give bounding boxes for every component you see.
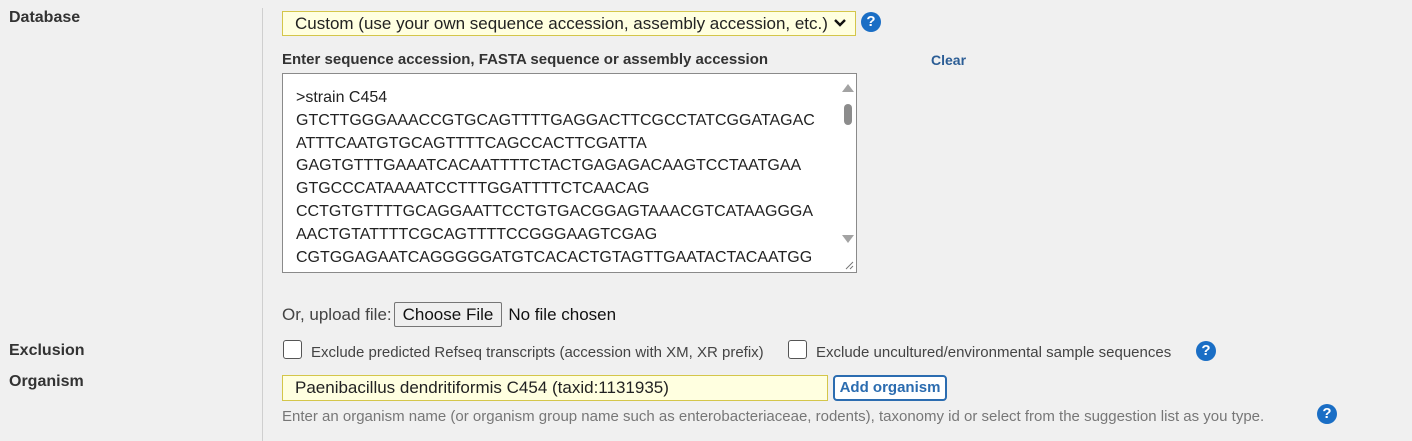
database-label: Database bbox=[9, 9, 81, 26]
sequence-line: CCTGTGTTTTGCAGGAATTCCTGTGACGGAGTAAACGTCA… bbox=[296, 202, 814, 220]
resize-grip-icon[interactable] bbox=[844, 260, 854, 270]
organism-help-icon[interactable]: ? bbox=[1317, 404, 1337, 424]
database-select[interactable]: Custom (use your own sequence accession,… bbox=[282, 11, 856, 36]
sequence-line: >strain C454 bbox=[296, 89, 388, 106]
add-organism-button[interactable]: Add organism bbox=[833, 375, 947, 401]
clear-link[interactable]: Clear bbox=[931, 52, 966, 68]
exclusion-label: Exclusion bbox=[9, 342, 85, 359]
form-divider bbox=[262, 8, 263, 441]
sequence-label: Enter sequence accession, FASTA sequence… bbox=[282, 51, 769, 68]
file-status: No file chosen bbox=[508, 304, 617, 324]
exclude-refseq-label: Exclude predicted Refseq transcripts (ac… bbox=[311, 344, 764, 361]
chevron-down-icon bbox=[833, 12, 847, 35]
sequence-line: GTCTTGGGAAACCGTGCAGTTTTGAGGACTTCGCCTATCG… bbox=[296, 111, 815, 129]
sequence-textarea[interactable]: >strain C454 GTCTTGGGAAACCGTGCAGTTTTGAGGA… bbox=[282, 73, 857, 273]
sequence-line: AACTGTATTTTCGCAGTTTTCCGGGAAGTCGAG bbox=[296, 225, 658, 243]
scroll-up-arrow-icon[interactable] bbox=[842, 84, 854, 92]
exclude-uncultured-checkbox[interactable] bbox=[788, 340, 807, 359]
choose-file-button[interactable]: Choose File bbox=[393, 302, 503, 327]
exclusion-help-icon[interactable]: ? bbox=[1196, 341, 1216, 361]
database-help-icon[interactable]: ? bbox=[861, 12, 881, 32]
exclude-uncultured-label: Exclude uncultured/environmental sample … bbox=[816, 344, 1172, 361]
sequence-line: GTGCCCATAAAATCCTTTGGATTTTCTCAACAG bbox=[296, 180, 650, 198]
sequence-line: GAGTGTTTGAAATCACAATTTTCTACTGAGAGACAAGTCC… bbox=[296, 157, 802, 175]
sequence-line: CGTGGAGAATCAGGGGGATGTCACACTGTAGTTGAATACT… bbox=[296, 248, 813, 266]
organism-input[interactable]: Paenibacillus dendritiformis C454 (taxid… bbox=[282, 375, 828, 401]
textarea-scrollbar[interactable] bbox=[839, 74, 856, 272]
scroll-down-arrow-icon[interactable] bbox=[842, 235, 854, 243]
upload-row: Or, upload file: Choose File No file cho… bbox=[282, 302, 616, 327]
sequence-line: ATTTCAATGTGCAGTTTTCAGCCACTTCGATTA bbox=[296, 134, 647, 152]
upload-label: Or, upload file: bbox=[282, 304, 392, 324]
organism-hint: Enter an organism name (or organism grou… bbox=[282, 408, 1265, 425]
scrollbar-thumb[interactable] bbox=[844, 104, 852, 125]
exclude-refseq-checkbox[interactable] bbox=[283, 340, 302, 359]
sequence-text: >strain C454 GTCTTGGGAAACCGTGCAGTTTTGAGGA… bbox=[296, 87, 815, 269]
database-select-value: Custom (use your own sequence accession,… bbox=[295, 14, 828, 33]
organism-label: Organism bbox=[9, 373, 84, 390]
